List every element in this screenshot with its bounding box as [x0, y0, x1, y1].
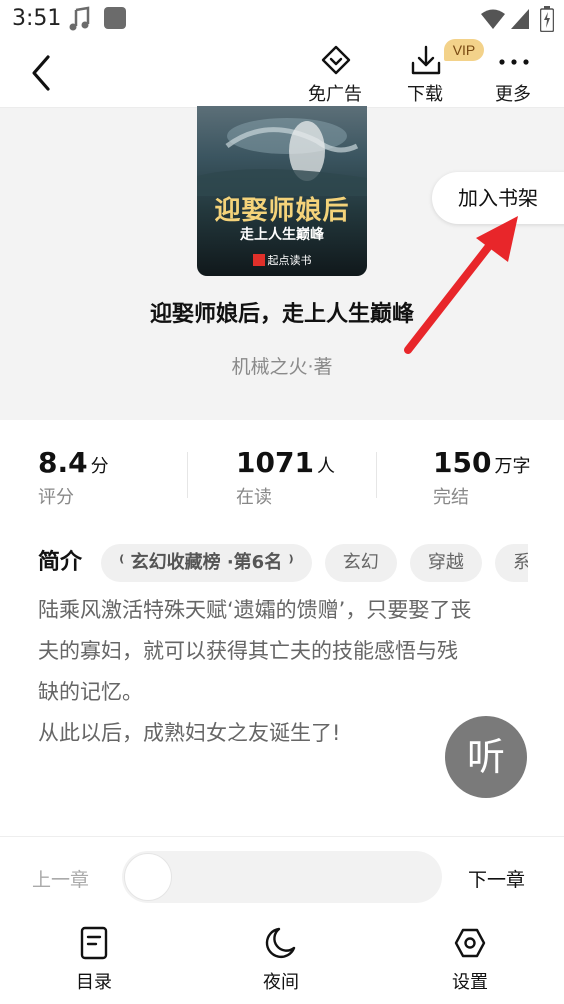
stat-value: 1071 — [236, 446, 314, 479]
stat-readers: 1071 人 在读 — [236, 446, 335, 509]
tag-label: 玄幻收藏榜 ·第6名 — [130, 552, 283, 573]
cover-title: 迎娶师娘后 — [214, 196, 350, 226]
more-label: 更多 — [495, 84, 531, 105]
download-label: 下载 — [407, 84, 443, 105]
stats-row: 8.4 分 评分 1071 人 在读 150 万字 完结 — [0, 420, 564, 520]
stat-unit: 万字 — [494, 456, 531, 477]
book-hero: 迎娶师娘后 走上人生巅峰 起点读书 迎娶师娘后，走上人生巅峰 机械之火·著 加入… — [0, 106, 564, 420]
intro-line: 夫的寡妇，就可以获得其亡夫的技能感悟与残 — [38, 639, 458, 663]
laurel-right-icon: ⁾ — [288, 552, 294, 573]
stat-unit: 分 — [90, 456, 109, 477]
moon-icon — [265, 927, 296, 959]
intro-label: 简介 — [38, 550, 83, 575]
no-ads-button[interactable]: 免广告 — [300, 42, 370, 105]
download-icon — [411, 45, 441, 75]
cover-publisher: 起点读书 — [197, 252, 367, 268]
prev-chapter-button[interactable]: 上一章 — [32, 865, 89, 892]
notification-icon — [104, 7, 126, 29]
annotation-arrow — [404, 216, 518, 354]
tag-genre[interactable]: 系统 — [494, 544, 528, 582]
stat-value: 150 — [433, 446, 492, 479]
settings-icon — [454, 928, 486, 958]
cover-illustration — [197, 118, 367, 196]
stat-value: 8.4 — [38, 446, 88, 479]
cover-subtitle: 走上人生巅峰 — [240, 227, 324, 243]
stat-label: 在读 — [236, 487, 272, 508]
battery-icon — [540, 6, 554, 32]
intro-line: 缺的记忆。 — [38, 680, 143, 704]
stat-label: 完结 — [433, 487, 469, 508]
slider-knob[interactable] — [124, 853, 172, 901]
catalog-icon — [80, 926, 108, 960]
stat-unit: 人 — [316, 456, 335, 477]
intro-line: 陆乘风激活特殊天赋‘遗孀的馈赠’，只要娶了丧 — [38, 598, 472, 622]
bottom-nav: 目录 夜间 设置 — [0, 916, 564, 1004]
divider — [187, 452, 188, 498]
chapter-nav-bar: 上一章 下一章 — [0, 836, 564, 916]
nav-label: 设置 — [452, 972, 488, 993]
top-bar: 免广告 下载 VIP 更多 — [0, 38, 564, 108]
stat-rating: 8.4 分 评分 — [38, 446, 109, 509]
publisher-logo — [252, 254, 265, 266]
signal-icon — [511, 9, 529, 29]
nav-settings[interactable]: 设置 — [420, 926, 520, 994]
status-time: 3:51 — [12, 6, 62, 31]
more-dots-icon — [499, 59, 529, 65]
chapter-progress-slider[interactable] — [122, 851, 442, 903]
wifi-icon — [481, 9, 505, 29]
no-ads-label: 免广告 — [308, 84, 362, 105]
nav-night-mode[interactable]: 夜间 — [231, 926, 331, 994]
status-bar: 3:51 — [0, 0, 564, 38]
nav-label: 夜间 — [263, 972, 299, 993]
stat-label: 评分 — [38, 487, 74, 508]
nav-label: 目录 — [76, 972, 112, 993]
music-note-icon — [69, 6, 90, 31]
next-chapter-button[interactable]: 下一章 — [468, 865, 525, 892]
tag-genre[interactable]: 玄幻 — [324, 544, 397, 582]
intro-header: 简介 ⁽ 玄幻收藏榜 ·第6名 ⁾ 玄幻 穿越 系统 — [38, 544, 528, 582]
stat-word-count: 150 万字 完结 — [433, 446, 530, 509]
tag-genre[interactable]: 穿越 — [409, 544, 482, 582]
divider — [376, 452, 377, 498]
diamond-icon — [321, 45, 351, 75]
more-button[interactable]: 更多 — [478, 42, 548, 105]
back-arrow-icon[interactable] — [22, 52, 62, 94]
publisher-name: 起点读书 — [267, 254, 312, 267]
listen-button[interactable]: 听 — [445, 716, 527, 798]
nav-catalog[interactable]: 目录 — [44, 926, 144, 994]
laurel-left-icon: ⁽ — [119, 552, 125, 573]
book-cover[interactable]: 迎娶师娘后 走上人生巅峰 起点读书 — [197, 106, 367, 276]
tag-ranking[interactable]: ⁽ 玄幻收藏榜 ·第6名 ⁾ — [101, 544, 312, 582]
